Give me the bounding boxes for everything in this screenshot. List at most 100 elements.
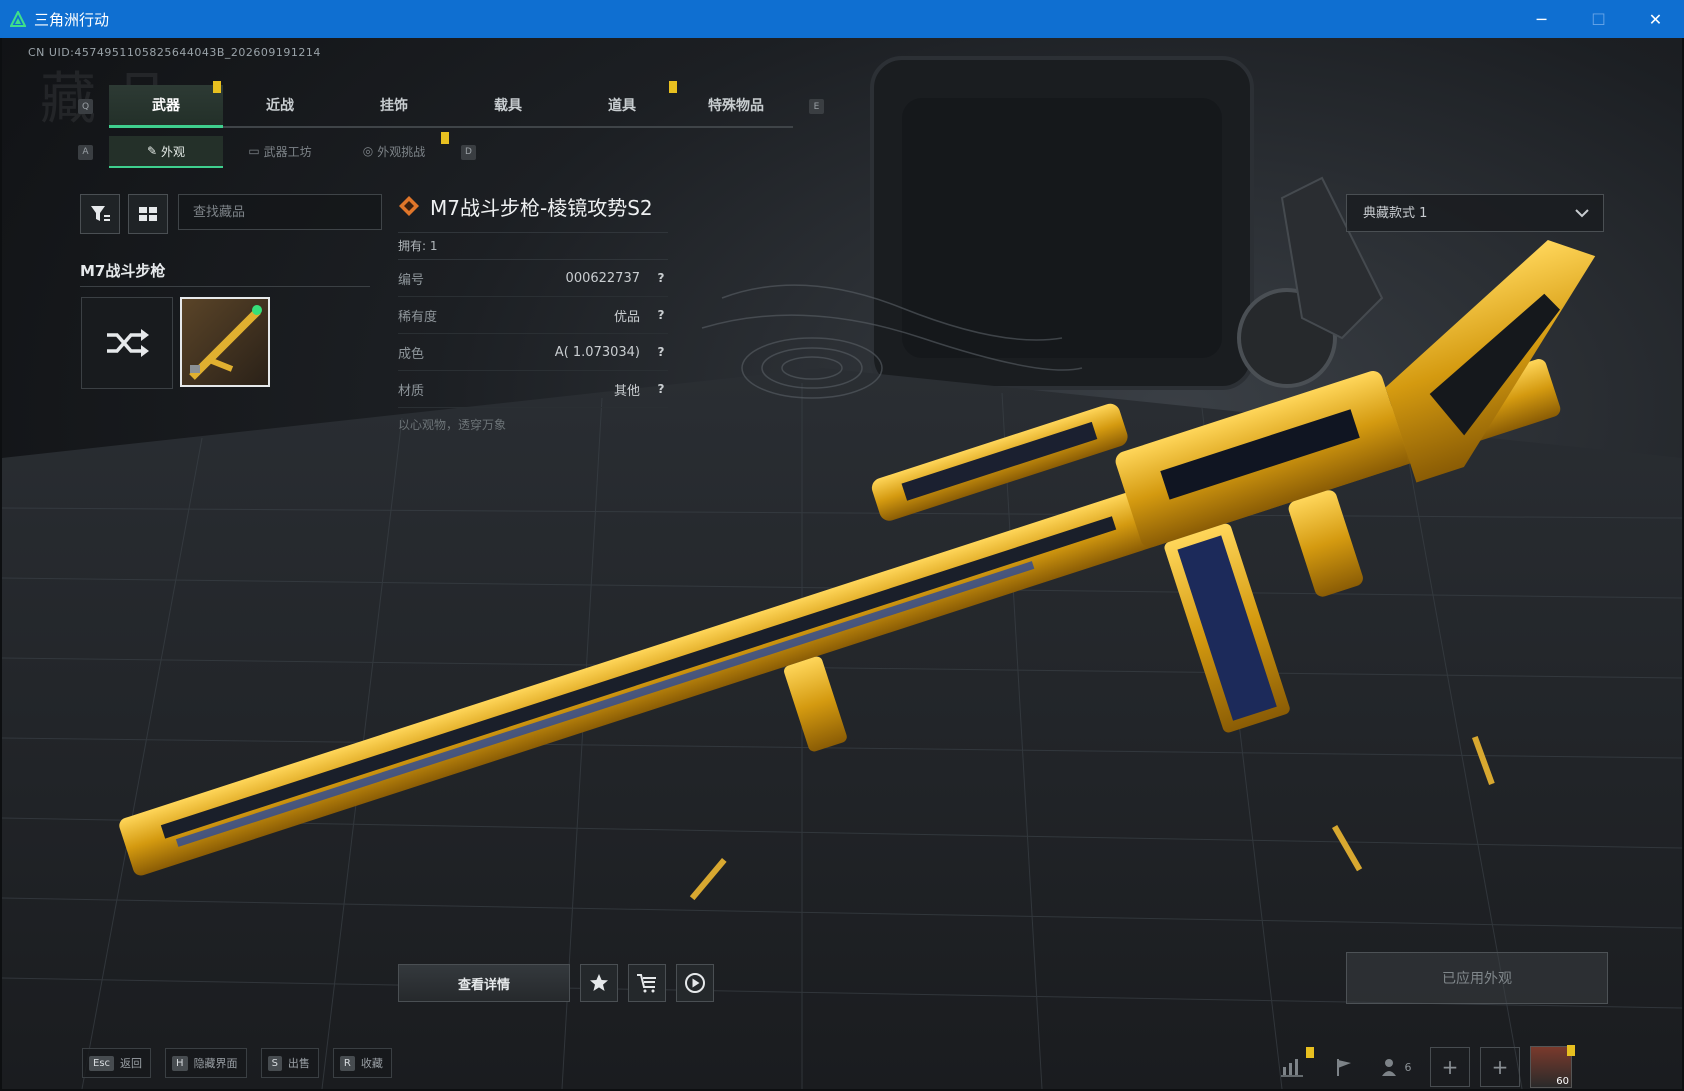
player-avatar[interactable]: 60 <box>1530 1045 1575 1088</box>
new-badge-icon <box>213 81 221 93</box>
stats-button[interactable] <box>1274 1047 1314 1085</box>
prev-subtab-key[interactable]: A <box>78 144 93 160</box>
help-icon[interactable]: ? <box>654 308 668 322</box>
category-tabs: Q 武器 近战 挂饰 载具 道具 特殊物品 E <box>78 81 824 128</box>
friends-button[interactable]: 6 <box>1378 1049 1414 1085</box>
tab-charms[interactable]: 挂饰 <box>337 85 451 125</box>
subtab-appearance[interactable]: ✎ 外观 <box>109 136 223 168</box>
filter-button[interactable] <box>80 194 120 234</box>
hotkey-label: 隐藏界面 <box>193 1057 238 1070</box>
next-tab-key[interactable]: E <box>809 99 824 114</box>
detail-row-wear: 成色 A( 1.073034)? <box>398 334 668 371</box>
search-input[interactable]: 查找藏品 <box>178 194 382 230</box>
skin-thumbnail-selected[interactable] <box>180 297 270 387</box>
hotkey-label: 返回 <box>120 1057 143 1070</box>
shuffle-icon <box>107 329 149 357</box>
subtab-label: 武器工坊 <box>263 144 312 159</box>
hotkey-label: 出售 <box>287 1057 310 1070</box>
help-icon[interactable]: ? <box>654 382 668 396</box>
tab-label: 挂饰 <box>380 98 408 114</box>
close-button[interactable]: ✕ <box>1627 0 1684 38</box>
new-badge-icon <box>669 81 677 93</box>
new-badge-icon <box>1567 1045 1575 1056</box>
dropdown-value: 典藏款式 1 <box>1363 206 1428 221</box>
detail-value: 优品 <box>613 309 640 325</box>
star-icon <box>590 974 608 991</box>
tab-label: 武器 <box>152 98 180 114</box>
detail-value: 000622737 <box>565 270 640 286</box>
style-variant-dropdown[interactable]: 典藏款式 1 <box>1346 194 1604 232</box>
prev-tab-key[interactable]: Q <box>78 99 93 114</box>
chevron-down-icon <box>1575 209 1589 218</box>
minimize-button[interactable]: ─ <box>1513 0 1570 38</box>
new-badge-icon <box>1306 1047 1314 1058</box>
flag-icon <box>1337 1059 1351 1076</box>
group-divider <box>80 286 370 287</box>
hotkey-hide-ui[interactable]: H 隐藏界面 <box>165 1048 247 1078</box>
tab-items[interactable]: 道具 <box>565 81 679 125</box>
brush-icon: ✎ <box>146 144 158 158</box>
detail-key: 成色 <box>398 346 425 362</box>
subtab-label: 外观 <box>161 144 186 159</box>
detail-value: 其他 <box>613 383 640 399</box>
app-logo-icon <box>10 11 26 27</box>
tab-label: 道具 <box>608 98 636 114</box>
tab-vehicles[interactable]: 载具 <box>451 85 565 125</box>
detail-row-rarity: 稀有度 优品? <box>398 297 668 334</box>
shop-button[interactable] <box>628 964 666 1002</box>
subtab-weapon-workshop[interactable]: ▭ 武器工坊 <box>223 136 337 166</box>
favorite-button[interactable] <box>580 964 618 1002</box>
help-icon[interactable]: ? <box>654 271 668 285</box>
hotkey-label: 收藏 <box>360 1057 383 1070</box>
tab-label: 载具 <box>494 98 522 114</box>
tab-special-items[interactable]: 特殊物品 <box>679 85 793 125</box>
weapon-group-title: M7战斗步枪 <box>80 262 166 280</box>
hotkey-key: R <box>339 1055 355 1071</box>
tab-melee[interactable]: 近战 <box>223 85 337 125</box>
new-badge-icon <box>441 132 449 144</box>
maximize-button[interactable]: ☐ <box>1570 0 1627 38</box>
window-title: 三角洲行动 <box>34 10 110 29</box>
detail-row-material: 材质 其他? <box>398 371 668 408</box>
item-title: M7战斗步枪-棱镜攻势S2 <box>430 195 653 220</box>
bottom-right-tray: 6 + + 60 <box>1274 1045 1575 1088</box>
friends-count: 6 <box>1404 1060 1412 1074</box>
preview-button[interactable] <box>676 964 714 1002</box>
hotkey-key: H <box>172 1055 188 1071</box>
subtab-label: 外观挑战 <box>377 144 426 159</box>
hotkey-key: Esc <box>89 1055 115 1071</box>
subtab-appearance-challenge[interactable]: ◎ 外观挑战 <box>337 132 451 166</box>
hotkey-key: S <box>267 1055 282 1071</box>
sub-tabs: A ✎ 外观 ▭ 武器工坊 ◎ 外观挑战 D <box>78 132 476 168</box>
workshop-icon: ▭ <box>248 144 260 158</box>
bar-chart-icon <box>1281 1059 1303 1077</box>
random-skin-button[interactable] <box>81 297 173 389</box>
filter-icon <box>91 206 110 221</box>
flavor-text: 以心观物，透穿万象 <box>398 418 507 432</box>
add-slot-button[interactable]: + <box>1480 1047 1520 1087</box>
next-subtab-key[interactable]: D <box>461 144 476 160</box>
item-info-panel: M7战斗步枪-棱镜攻势S2 拥有: 1 编号 000622737? 稀有度 优品… <box>398 188 668 433</box>
grid-view-button[interactable] <box>128 194 168 234</box>
add-slot-button[interactable]: + <box>1430 1047 1470 1087</box>
tab-label: 近战 <box>266 98 294 114</box>
tab-label: 特殊物品 <box>708 98 764 114</box>
detail-value: A( 1.073034) <box>554 344 640 360</box>
hotkey-sell[interactable]: S 出售 <box>260 1048 319 1078</box>
game-viewport: CN UID:4574951105825644043B_202609191214… <box>2 38 1682 1089</box>
hotkey-back[interactable]: Esc 返回 <box>82 1048 152 1078</box>
help-icon[interactable]: ? <box>654 345 668 359</box>
friends-icon <box>1381 1059 1396 1076</box>
applied-appearance-button[interactable]: 已应用外观 <box>1346 952 1608 1004</box>
hotkey-bar: Esc 返回 H 隐藏界面 S 出售 R 收藏 <box>82 1048 406 1078</box>
tab-weapons[interactable]: 武器 <box>109 81 223 128</box>
rarity-diamond-icon <box>399 196 419 216</box>
detail-key: 编号 <box>398 272 425 288</box>
cart-icon <box>637 974 656 993</box>
equipped-indicator <box>252 305 262 315</box>
detail-key: 稀有度 <box>398 309 438 325</box>
hotkey-favorite[interactable]: R 收藏 <box>332 1048 392 1078</box>
flag-button[interactable] <box>1326 1049 1362 1085</box>
play-circle-icon <box>685 973 705 993</box>
view-details-button[interactable]: 查看详情 <box>398 964 570 1002</box>
